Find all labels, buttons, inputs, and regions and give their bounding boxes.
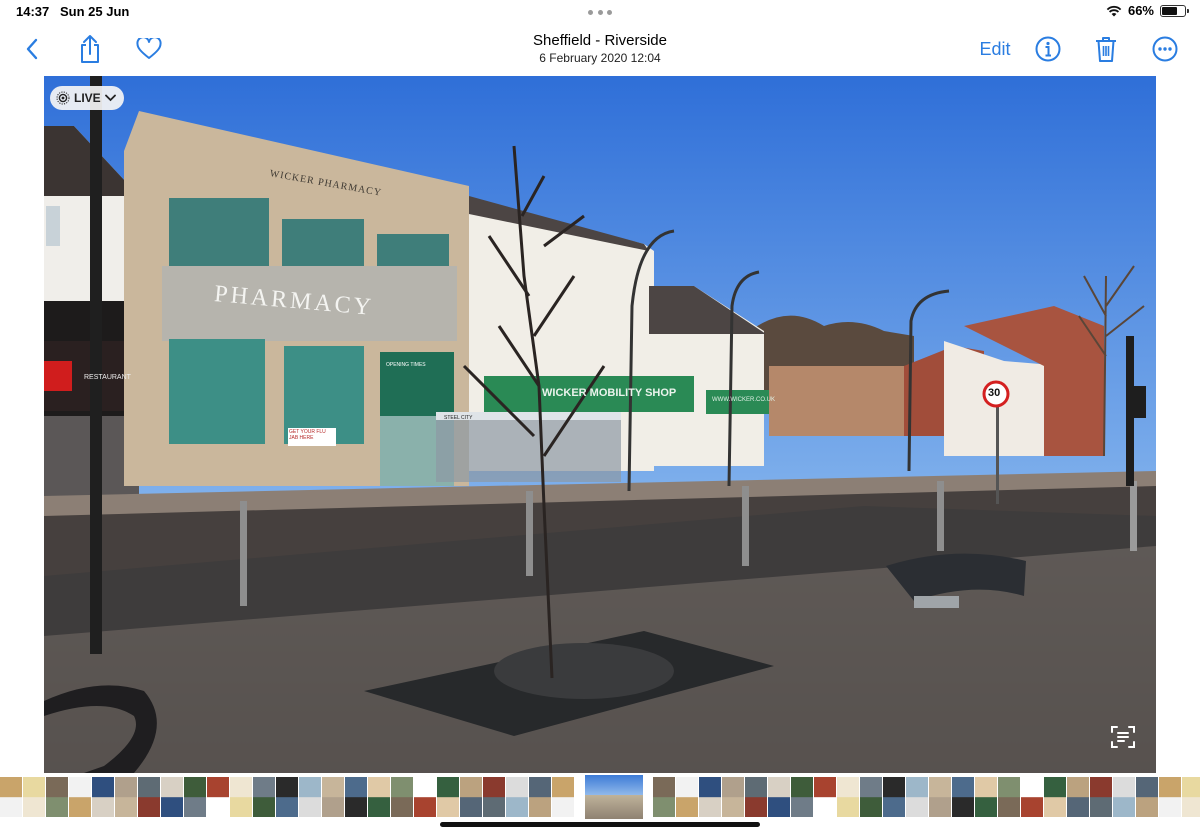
sign-opening-times: OPENING TIMES [386, 362, 426, 368]
edit-button[interactable]: Edit [974, 32, 1016, 66]
filmstrip-thumb[interactable] [460, 777, 482, 817]
more-button[interactable] [1151, 32, 1179, 66]
wifi-icon [1106, 5, 1122, 16]
sign-steel-city: STEEL CITY [444, 415, 473, 421]
filmstrip-thumb[interactable] [69, 777, 91, 817]
filmstrip-thumb[interactable] [391, 777, 413, 817]
filmstrip-thumb[interactable] [1021, 777, 1043, 817]
filmstrip-thumb[interactable] [1044, 777, 1066, 817]
sign-speed-limit: 30 [988, 387, 1001, 399]
favorite-button[interactable] [134, 32, 164, 66]
filmstrip-thumb[interactable] [814, 777, 836, 817]
status-right: 66% [1106, 3, 1189, 18]
filmstrip-thumb[interactable] [1182, 777, 1200, 817]
filmstrip-thumb[interactable] [552, 777, 574, 817]
filmstrip-thumb[interactable] [745, 777, 767, 817]
live-photo-icon [56, 91, 70, 105]
filmstrip-thumb[interactable] [184, 777, 206, 817]
filmstrip-thumb[interactable] [253, 777, 275, 817]
filmstrip-thumb[interactable] [138, 777, 160, 817]
filmstrip-thumb[interactable] [46, 777, 68, 817]
back-button[interactable] [18, 32, 46, 66]
sign-restaurant: RESTAURANT [84, 374, 131, 381]
live-label: LIVE [74, 91, 101, 105]
multitasking-dots[interactable] [588, 10, 612, 15]
filmstrip-thumb[interactable] [506, 777, 528, 817]
filmstrip-thumb[interactable] [414, 777, 436, 817]
filmstrip-thumb[interactable] [529, 777, 551, 817]
heart-icon [136, 38, 162, 59]
filmstrip-thumb[interactable] [768, 777, 790, 817]
filmstrip-thumb[interactable] [207, 777, 229, 817]
photo-title: Sheffield - Riverside [533, 32, 667, 49]
filmstrip-thumb[interactable] [1067, 777, 1089, 817]
info-icon [1035, 36, 1061, 62]
filmstrip-thumb[interactable] [23, 777, 45, 817]
filmstrip-thumb[interactable] [791, 777, 813, 817]
battery-icon [1160, 4, 1189, 17]
photo-nav-bar: Sheffield - Riverside 6 February 2020 12… [0, 24, 1200, 76]
filmstrip-thumb[interactable] [0, 777, 22, 817]
photo-filmstrip[interactable] [0, 773, 1200, 821]
status-time: 14:37 [16, 4, 50, 19]
filmstrip-thumb[interactable] [883, 777, 905, 817]
filmstrip-thumb[interactable] [92, 777, 114, 817]
battery-level [1162, 6, 1177, 15]
filmstrip-thumb-selected[interactable] [585, 775, 643, 819]
live-text-button[interactable] [1106, 722, 1140, 752]
filmstrip-thumb[interactable] [368, 777, 390, 817]
home-indicator[interactable] [440, 822, 760, 827]
filmstrip-thumb[interactable] [998, 777, 1020, 817]
filmstrip-thumb[interactable] [115, 777, 137, 817]
sign-mobility-shop: WICKER MOBILITY SHOP [542, 387, 677, 399]
photo-view[interactable]: WICKER PHARMACY PHARMACY OPENING TIMES G… [44, 76, 1156, 773]
chevron-down-icon [104, 94, 116, 102]
delete-button[interactable] [1093, 32, 1119, 66]
filmstrip-thumb[interactable] [322, 777, 344, 817]
trash-icon [1096, 37, 1116, 62]
status-bar: 14:37 Sun 25 Jun 66% [0, 0, 1200, 24]
filmstrip-thumb[interactable] [653, 777, 675, 817]
battery-percent: 66% [1127, 3, 1154, 18]
filmstrip-thumb[interactable] [1159, 777, 1181, 817]
filmstrip-thumb[interactable] [483, 777, 505, 817]
back-chevron-icon [26, 38, 38, 60]
live-text-icon [1111, 726, 1135, 748]
sign-website: WWW.WICKER.CO.UK [712, 397, 775, 403]
filmstrip-thumb[interactable] [345, 777, 367, 817]
filmstrip-thumb[interactable] [699, 777, 721, 817]
filmstrip-thumb[interactable] [676, 777, 698, 817]
filmstrip-thumb[interactable] [1113, 777, 1135, 817]
filmstrip-thumb[interactable] [161, 777, 183, 817]
filmstrip-thumb[interactable] [299, 777, 321, 817]
street-photo [44, 76, 1156, 773]
filmstrip-thumb[interactable] [837, 777, 859, 817]
filmstrip-thumb[interactable] [906, 777, 928, 817]
photo-title-block: Sheffield - Riverside 6 February 2020 12… [400, 32, 800, 65]
share-button[interactable] [76, 32, 104, 66]
info-button[interactable] [1034, 32, 1062, 66]
filmstrip-thumb[interactable] [276, 777, 298, 817]
filmstrip-thumb[interactable] [929, 777, 951, 817]
filmstrip-thumb[interactable] [230, 777, 252, 817]
status-date: Sun 25 Jun [60, 4, 130, 19]
live-photo-badge[interactable]: LIVE [50, 86, 124, 110]
filmstrip-thumb[interactable] [952, 777, 974, 817]
filmstrip-thumb[interactable] [1136, 777, 1158, 817]
filmstrip-thumb[interactable] [975, 777, 997, 817]
filmstrip-thumb[interactable] [722, 777, 744, 817]
filmstrip-thumb[interactable] [1090, 777, 1112, 817]
sign-flu-jab: GET YOUR FLU JAB HERE [289, 429, 326, 441]
more-icon [1152, 36, 1178, 62]
filmstrip-thumb[interactable] [860, 777, 882, 817]
share-icon [81, 35, 99, 63]
photo-date: 6 February 2020 12:04 [539, 51, 661, 65]
filmstrip-thumb[interactable] [437, 777, 459, 817]
